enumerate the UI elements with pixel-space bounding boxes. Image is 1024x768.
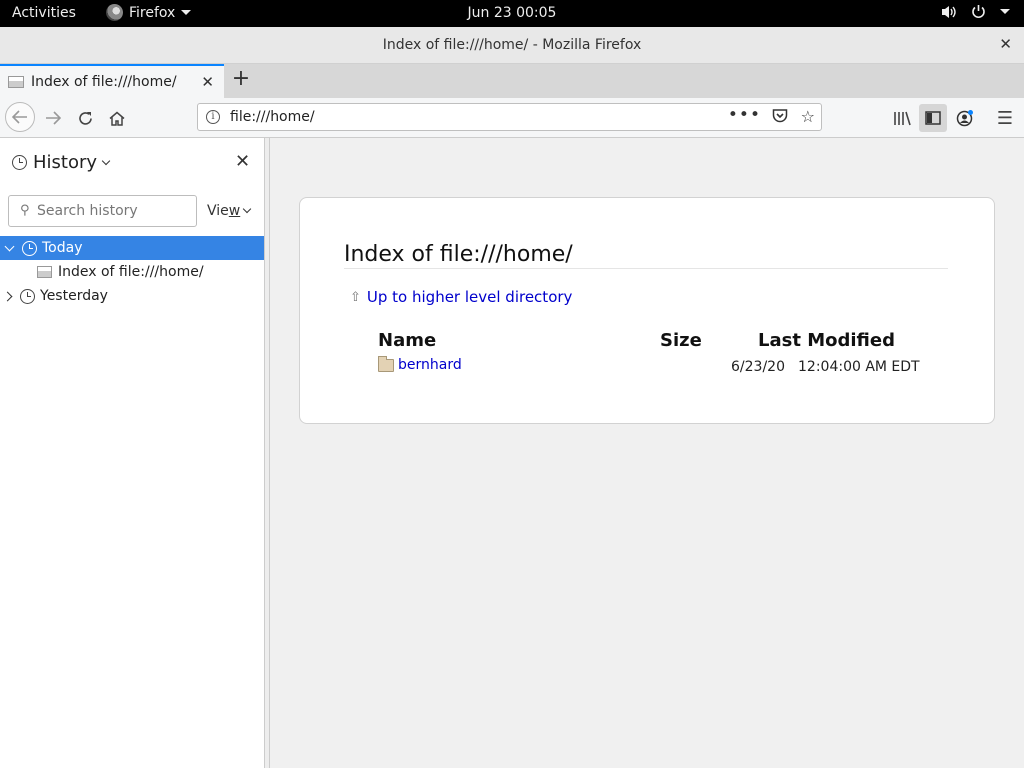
column-header-name[interactable]: Name — [378, 330, 436, 351]
column-header-last-modified[interactable]: Last Modified — [758, 330, 895, 351]
hamburger-menu-icon[interactable]: ☰ — [991, 104, 1019, 132]
caret-down-icon — [181, 10, 192, 15]
firefox-logo-icon — [106, 4, 123, 21]
directory-link[interactable]: bernhard — [398, 357, 462, 373]
search-icon: ⚲ — [20, 203, 30, 218]
page-content: Index of file:///home/ ⇧ Up to higher le… — [270, 138, 1024, 768]
power-icon — [972, 5, 985, 19]
gnome-top-bar: Activities Firefox Jun 23 00:05 — [0, 0, 1024, 27]
pocket-icon[interactable] — [772, 108, 788, 127]
history-entry[interactable]: Index of file:///home/ — [0, 260, 264, 284]
today-label: Today — [42, 240, 83, 256]
sidebar-close-icon[interactable]: ✕ — [235, 151, 250, 172]
modified-date: 6/23/20 — [731, 359, 785, 375]
forward-arrow-icon[interactable] — [39, 104, 67, 132]
clock-label[interactable]: Jun 23 00:05 — [468, 5, 557, 21]
site-info-icon[interactable]: i — [206, 110, 220, 124]
search-history-input[interactable] — [37, 201, 192, 221]
window-close-icon[interactable]: ✕ — [999, 35, 1012, 53]
yesterday-clock-icon — [20, 288, 35, 304]
table-row: bernhard 6/23/20 12:04:00 AM EDT — [378, 356, 938, 378]
history-sidebar: History ✕ ⚲ View Today Index of file:///… — [0, 138, 264, 768]
tab-index-home[interactable]: Index of file:///home/ ✕ — [0, 64, 224, 98]
app-menu-label: Firefox — [129, 4, 176, 21]
view-menu-button[interactable]: View — [207, 203, 252, 219]
tab-label: Index of file:///home/ — [31, 74, 177, 90]
history-folder-yesterday[interactable]: Yesterday — [0, 284, 264, 308]
yesterday-label: Yesterday — [40, 288, 108, 304]
column-header-size[interactable]: Size — [660, 330, 702, 351]
home-icon[interactable] — [103, 104, 131, 132]
view-label: View — [207, 203, 241, 219]
sidebar-switcher[interactable]: History — [12, 152, 111, 173]
entry-favicon-icon — [37, 266, 52, 278]
new-tab-plus-icon[interactable]: + — [229, 68, 253, 92]
search-history-box[interactable]: ⚲ — [8, 195, 197, 227]
page-title: Index of file:///home/ — [344, 242, 948, 269]
tab-close-icon[interactable]: ✕ — [201, 73, 214, 91]
window-title: Index of file:///home/ - Mozilla Firefox — [382, 37, 642, 53]
tab-strip: Index of file:///home/ ✕ + — [0, 64, 1024, 98]
back-arrow-icon[interactable] — [5, 102, 35, 132]
history-folder-today[interactable]: Today — [0, 236, 264, 260]
directory-listing-card: Index of file:///home/ ⇧ Up to higher le… — [299, 197, 995, 424]
bookmark-star-icon[interactable]: ☆ — [801, 107, 815, 126]
activities-button[interactable]: Activities — [12, 5, 76, 21]
up-directory-label: Up to higher level directory — [366, 288, 573, 306]
modified-time: 12:04:00 AM EDT — [798, 359, 920, 375]
folder-icon — [378, 356, 394, 372]
page-actions-icon[interactable]: ••• — [728, 105, 761, 125]
up-arrow-icon: ⇧ — [350, 289, 361, 305]
history-clock-icon — [12, 155, 27, 170]
navigation-toolbar: i file:///home/ ••• ☆ ☰ — [0, 98, 1024, 138]
window-titlebar: Index of file:///home/ - Mozilla Firefox… — [0, 27, 1024, 64]
sidebar-title: History — [33, 152, 98, 173]
page-favicon-icon — [8, 76, 24, 88]
system-caret-icon — [1000, 9, 1010, 14]
view-chevron-down-icon — [242, 204, 252, 214]
today-clock-icon — [22, 240, 37, 256]
url-bar[interactable]: i file:///home/ ••• ☆ — [197, 103, 822, 131]
app-menu[interactable]: Firefox — [106, 4, 192, 21]
system-menu[interactable] — [941, 4, 1010, 19]
sidebar-toggle-icon[interactable] — [919, 104, 947, 132]
twisty-collapsed-icon[interactable] — [2, 291, 13, 301]
chevron-down-icon — [101, 156, 111, 165]
twisty-expanded-icon[interactable] — [4, 241, 15, 251]
url-text[interactable]: file:///home/ — [230, 109, 315, 125]
account-icon[interactable] — [951, 104, 979, 132]
entry-label: Index of file:///home/ — [58, 264, 204, 280]
reload-icon[interactable] — [71, 104, 99, 132]
up-directory-link[interactable]: ⇧ Up to higher level directory — [350, 288, 572, 306]
library-icon[interactable] — [888, 104, 916, 132]
volume-icon — [942, 5, 956, 18]
